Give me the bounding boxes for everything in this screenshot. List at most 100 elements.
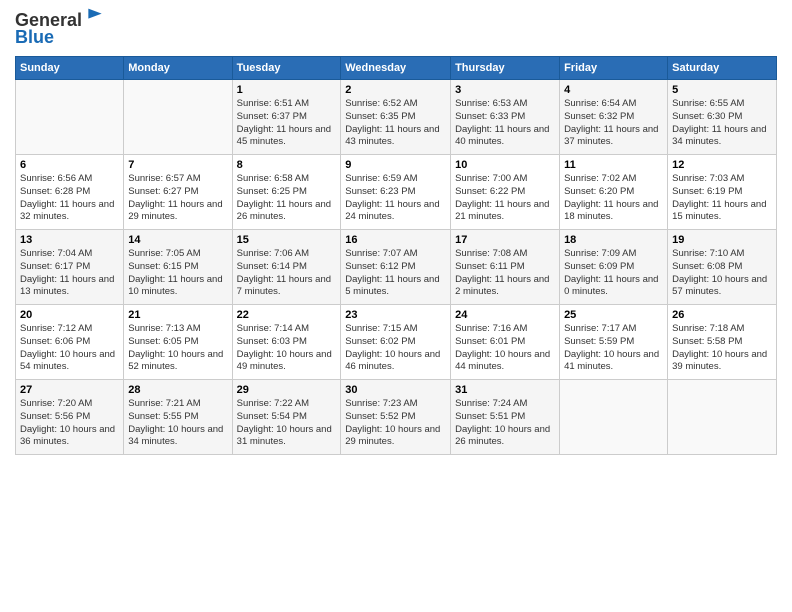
- calendar-cell: 9 Sunrise: 6:59 AM Sunset: 6:23 PM Daylig…: [341, 155, 451, 230]
- day-number: 8: [237, 159, 337, 171]
- calendar-cell: [124, 80, 232, 155]
- calendar-cell: 12 Sunrise: 7:03 AM Sunset: 6:19 PM Dayli…: [668, 155, 777, 230]
- day-info: Sunrise: 7:06 AM Sunset: 6:14 PM Dayligh…: [237, 248, 337, 299]
- day-number: 18: [564, 234, 663, 246]
- calendar-cell: 6 Sunrise: 6:56 AM Sunset: 6:28 PM Daylig…: [16, 155, 124, 230]
- day-info: Sunrise: 6:51 AM Sunset: 6:37 PM Dayligh…: [237, 98, 337, 149]
- day-number: 27: [20, 384, 119, 396]
- day-info: Sunrise: 7:23 AM Sunset: 5:52 PM Dayligh…: [345, 398, 446, 449]
- day-number: 7: [128, 159, 227, 171]
- calendar-cell: 18Sunrise: 7:09 AM Sunset: 6:09 PM Dayli…: [560, 230, 668, 305]
- page-container: General Blue SundayMondayTuesdayWednesda…: [0, 0, 792, 465]
- day-number: 4: [564, 84, 663, 96]
- day-info: Sunrise: 6:53 AM Sunset: 6:33 PM Dayligh…: [455, 98, 555, 149]
- calendar-week-row: 1 Sunrise: 6:51 AM Sunset: 6:37 PM Daylig…: [16, 80, 777, 155]
- day-number: 24: [455, 309, 555, 321]
- calendar-cell: 24Sunrise: 7:16 AM Sunset: 6:01 PM Dayli…: [451, 305, 560, 380]
- calendar-cell: 10Sunrise: 7:00 AM Sunset: 6:22 PM Dayli…: [451, 155, 560, 230]
- day-info: Sunrise: 6:57 AM Sunset: 6:27 PM Dayligh…: [128, 173, 227, 224]
- weekday-header: Friday: [560, 57, 668, 80]
- calendar-cell: 23Sunrise: 7:15 AM Sunset: 6:02 PM Dayli…: [341, 305, 451, 380]
- day-info: Sunrise: 7:10 AM Sunset: 6:08 PM Dayligh…: [672, 248, 772, 299]
- calendar-cell: 26Sunrise: 7:18 AM Sunset: 5:58 PM Dayli…: [668, 305, 777, 380]
- day-number: 3: [455, 84, 555, 96]
- day-info: Sunrise: 6:58 AM Sunset: 6:25 PM Dayligh…: [237, 173, 337, 224]
- calendar-cell: 31 Sunrise: 7:24 AM Sunset: 5:51 PM Dayli…: [451, 380, 560, 455]
- calendar-cell: 13Sunrise: 7:04 AM Sunset: 6:17 PM Dayli…: [16, 230, 124, 305]
- calendar-cell: 15 Sunrise: 7:06 AM Sunset: 6:14 PM Dayli…: [232, 230, 341, 305]
- day-info: Sunrise: 7:21 AM Sunset: 5:55 PM Dayligh…: [128, 398, 227, 449]
- day-info: Sunrise: 6:54 AM Sunset: 6:32 PM Dayligh…: [564, 98, 663, 149]
- day-info: Sunrise: 7:20 AM Sunset: 5:56 PM Dayligh…: [20, 398, 119, 449]
- day-number: 9: [345, 159, 446, 171]
- day-number: 16: [345, 234, 446, 246]
- calendar-cell: 7 Sunrise: 6:57 AM Sunset: 6:27 PM Daylig…: [124, 155, 232, 230]
- page-header: General Blue: [15, 10, 777, 48]
- day-info: Sunrise: 7:12 AM Sunset: 6:06 PM Dayligh…: [20, 323, 119, 374]
- day-number: 23: [345, 309, 446, 321]
- day-number: 2: [345, 84, 446, 96]
- day-number: 17: [455, 234, 555, 246]
- calendar-cell: 20 Sunrise: 7:12 AM Sunset: 6:06 PM Dayli…: [16, 305, 124, 380]
- calendar-cell: 29 Sunrise: 7:22 AM Sunset: 5:54 PM Dayli…: [232, 380, 341, 455]
- day-number: 30: [345, 384, 446, 396]
- day-number: 14: [128, 234, 227, 246]
- day-info: Sunrise: 6:55 AM Sunset: 6:30 PM Dayligh…: [672, 98, 772, 149]
- calendar-week-row: 27 Sunrise: 7:20 AM Sunset: 5:56 PM Dayli…: [16, 380, 777, 455]
- day-number: 29: [237, 384, 337, 396]
- day-number: 6: [20, 159, 119, 171]
- day-info: Sunrise: 6:56 AM Sunset: 6:28 PM Dayligh…: [20, 173, 119, 224]
- calendar-cell: 4 Sunrise: 6:54 AM Sunset: 6:32 PM Daylig…: [560, 80, 668, 155]
- calendar-cell: 16 Sunrise: 7:07 AM Sunset: 6:12 PM Dayli…: [341, 230, 451, 305]
- day-number: 10: [455, 159, 555, 171]
- day-info: Sunrise: 7:03 AM Sunset: 6:19 PM Dayligh…: [672, 173, 772, 224]
- day-number: 19: [672, 234, 772, 246]
- calendar-cell: 3 Sunrise: 6:53 AM Sunset: 6:33 PM Daylig…: [451, 80, 560, 155]
- day-number: 26: [672, 309, 772, 321]
- day-info: Sunrise: 7:07 AM Sunset: 6:12 PM Dayligh…: [345, 248, 446, 299]
- day-info: Sunrise: 6:59 AM Sunset: 6:23 PM Dayligh…: [345, 173, 446, 224]
- weekday-header: Sunday: [16, 57, 124, 80]
- calendar-cell: 11 Sunrise: 7:02 AM Sunset: 6:20 PM Dayli…: [560, 155, 668, 230]
- day-number: 11: [564, 159, 663, 171]
- weekday-header: Saturday: [668, 57, 777, 80]
- calendar-cell: [560, 380, 668, 455]
- day-info: Sunrise: 7:24 AM Sunset: 5:51 PM Dayligh…: [455, 398, 555, 449]
- weekday-header: Tuesday: [232, 57, 341, 80]
- day-number: 21: [128, 309, 227, 321]
- calendar-cell: 19 Sunrise: 7:10 AM Sunset: 6:08 PM Dayli…: [668, 230, 777, 305]
- day-number: 31: [455, 384, 555, 396]
- day-number: 13: [20, 234, 119, 246]
- day-number: 22: [237, 309, 337, 321]
- logo: General Blue: [15, 10, 105, 48]
- day-number: 25: [564, 309, 663, 321]
- logo-flag-icon: [85, 7, 105, 27]
- weekday-header: Wednesday: [341, 57, 451, 80]
- day-info: Sunrise: 7:22 AM Sunset: 5:54 PM Dayligh…: [237, 398, 337, 449]
- calendar-cell: 2Sunrise: 6:52 AM Sunset: 6:35 PM Daylig…: [341, 80, 451, 155]
- weekday-header: Thursday: [451, 57, 560, 80]
- calendar-cell: 8 Sunrise: 6:58 AM Sunset: 6:25 PM Daylig…: [232, 155, 341, 230]
- calendar-cell: 1 Sunrise: 6:51 AM Sunset: 6:37 PM Daylig…: [232, 80, 341, 155]
- weekday-header: Monday: [124, 57, 232, 80]
- calendar-table: SundayMondayTuesdayWednesdayThursdayFrid…: [15, 56, 777, 455]
- day-info: Sunrise: 7:17 AM Sunset: 5:59 PM Dayligh…: [564, 323, 663, 374]
- day-info: Sunrise: 7:08 AM Sunset: 6:11 PM Dayligh…: [455, 248, 555, 299]
- calendar-cell: 22Sunrise: 7:14 AM Sunset: 6:03 PM Dayli…: [232, 305, 341, 380]
- calendar-header-row: SundayMondayTuesdayWednesdayThursdayFrid…: [16, 57, 777, 80]
- calendar-cell: 30 Sunrise: 7:23 AM Sunset: 5:52 PM Dayli…: [341, 380, 451, 455]
- day-number: 5: [672, 84, 772, 96]
- day-number: 12: [672, 159, 772, 171]
- calendar-cell: 17 Sunrise: 7:08 AM Sunset: 6:11 PM Dayli…: [451, 230, 560, 305]
- day-number: 1: [237, 84, 337, 96]
- calendar-cell: 28Sunrise: 7:21 AM Sunset: 5:55 PM Dayli…: [124, 380, 232, 455]
- day-info: Sunrise: 7:13 AM Sunset: 6:05 PM Dayligh…: [128, 323, 227, 374]
- day-number: 15: [237, 234, 337, 246]
- calendar-cell: 14Sunrise: 7:05 AM Sunset: 6:15 PM Dayli…: [124, 230, 232, 305]
- calendar-cell: 25 Sunrise: 7:17 AM Sunset: 5:59 PM Dayli…: [560, 305, 668, 380]
- day-info: Sunrise: 7:02 AM Sunset: 6:20 PM Dayligh…: [564, 173, 663, 224]
- calendar-cell: 21 Sunrise: 7:13 AM Sunset: 6:05 PM Dayli…: [124, 305, 232, 380]
- calendar-cell: 5 Sunrise: 6:55 AM Sunset: 6:30 PM Daylig…: [668, 80, 777, 155]
- calendar-cell: [668, 380, 777, 455]
- day-number: 20: [20, 309, 119, 321]
